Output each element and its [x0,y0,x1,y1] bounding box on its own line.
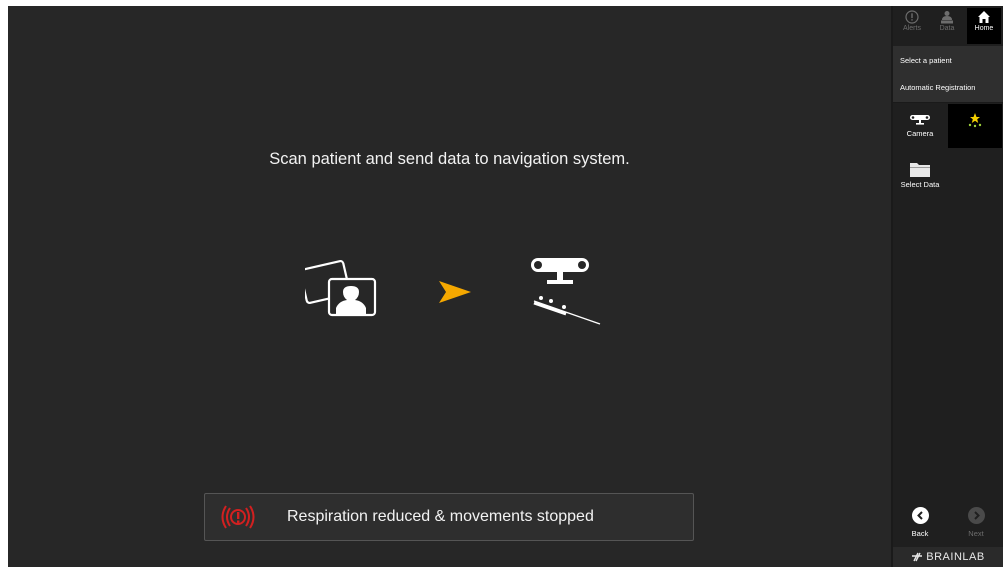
bottom-navigation: Back Next [893,501,1003,547]
instruction-text: Scan patient and send data to navigation… [269,150,630,168]
right-sidebar: Alerts Data Home Select a patient Automa… [893,6,1003,567]
camera-label: Camera [906,129,934,138]
tool-camera[interactable]: Camera [893,104,947,148]
alarm-icon [221,505,255,529]
menu-item-select-patient[interactable]: Select a patient [893,46,1003,76]
menu-item-automatic-registration[interactable]: Automatic Registration [893,73,1003,103]
registration-points-icon [968,113,982,128]
brand-footer: BRAINLAB [893,547,1003,567]
patient-images-icon [305,259,377,317]
data-icon [941,11,953,24]
home-nav-label: Home [974,25,994,32]
alert-text: Respiration reduced & movements stopped [287,508,594,525]
tool-registration[interactable] [948,104,1002,148]
data-nav-label: Data [939,25,955,32]
arrow-right-icon [439,281,471,303]
alert-message-bar: Respiration reduced & movements stopped [204,493,694,541]
chevron-left-icon [916,511,923,520]
home-icon [978,11,990,23]
select-data-label: Select Data [900,180,940,189]
data-nav-button[interactable]: Data [930,8,964,44]
alerts-nav-label: Alerts [903,25,921,32]
alerts-nav-button[interactable]: Alerts [895,8,929,44]
brand-name: BRAINLAB [926,551,985,563]
folder-icon [910,163,930,177]
camera-icon [910,115,930,125]
top-navigation: Alerts Data Home [893,6,1003,44]
home-nav-button[interactable]: Home [967,8,1001,44]
chevron-right-icon [973,511,980,520]
main-content-area: Scan patient and send data to navigation… [8,6,891,567]
back-label: Back [911,529,929,538]
back-button[interactable]: Back [893,501,947,547]
alert-icon [905,10,919,24]
brainlab-logo-icon [912,552,923,562]
navigation-camera-pointer-icon [531,258,601,325]
next-button[interactable]: Next [949,501,1003,547]
next-label: Next [968,529,984,538]
tool-select-data[interactable]: Select Data [893,156,947,196]
